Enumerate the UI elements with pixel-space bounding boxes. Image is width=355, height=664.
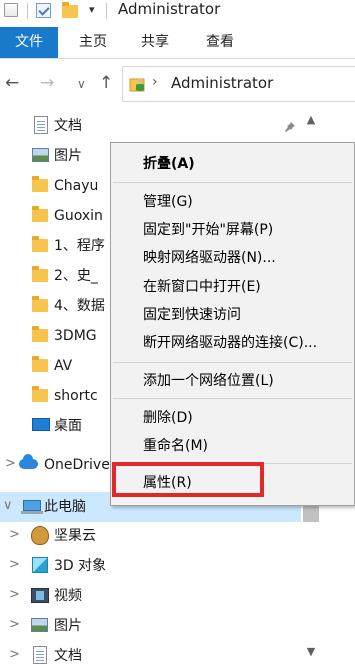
menu-item-add-network-location[interactable]: 添加一个网络位置(L)	[111, 366, 354, 396]
properties-icon[interactable]	[4, 3, 18, 17]
this-pc-icon	[21, 498, 43, 514]
folder-icon	[32, 236, 50, 253]
menu-item-label: 添加一个网络位置(L)	[143, 373, 274, 389]
expand-chevron-icon[interactable]: >	[9, 587, 20, 602]
scroll-up-button[interactable]: ▲	[303, 108, 319, 134]
forward-arrow-icon[interactable]: →	[40, 73, 54, 93]
breadcrumb-administrator[interactable]: Administrator	[171, 74, 273, 92]
nav-item-label: AV	[54, 358, 73, 374]
nav-item-label: 3DMG	[54, 328, 97, 344]
expand-chevron-icon[interactable]: >	[9, 647, 20, 662]
tab-view[interactable]: 查看	[203, 27, 237, 58]
menu-item-disconnect-network-drive[interactable]: 断开网络驱动器的连接(C)...	[111, 328, 354, 358]
nav-item-videos[interactable]: > 视频	[0, 581, 301, 611]
onedrive-icon	[19, 454, 38, 472]
menu-item-rename[interactable]: 重命名(M)	[111, 431, 354, 461]
new-folder-icon[interactable]	[62, 2, 78, 18]
up-arrow-icon[interactable]: ↑	[99, 73, 113, 93]
back-arrow-icon[interactable]: ←	[5, 73, 19, 93]
menu-item-label: 管理(G)	[143, 194, 193, 210]
nav-item-label: 视频	[54, 588, 82, 604]
nav-item-label: 3D 对象	[54, 558, 107, 574]
folder-icon	[32, 356, 50, 373]
expand-chevron-icon[interactable]: >	[9, 527, 20, 542]
nav-item-label: 桌面	[54, 418, 82, 434]
breadcrumb-chevron-icon[interactable]: ›	[152, 74, 158, 90]
title-bar: ▾ Administrator	[0, 0, 355, 22]
navigation-bar: ← → ∨ ↑ › Administrator	[0, 60, 355, 108]
3d-objects-icon	[31, 557, 49, 573]
toolbar-separator	[106, 3, 107, 19]
expand-chevron-icon[interactable]: >	[9, 557, 20, 572]
collapse-chevron-icon[interactable]: ∨	[3, 498, 13, 513]
menu-item-pin-quick-access[interactable]: 固定到快速访问	[111, 300, 354, 330]
nav-item-label: 坚果云	[54, 528, 96, 544]
expand-chevron-icon[interactable]: >	[9, 617, 20, 632]
nav-item-jianguoyun[interactable]: > 坚果云	[0, 521, 301, 551]
menu-separator	[113, 398, 352, 399]
nav-item-label: Guoxin	[54, 208, 103, 224]
nav-item-label: 此电脑	[44, 499, 86, 515]
nav-item-label: 图片	[54, 618, 82, 634]
videos-icon	[31, 587, 49, 603]
context-menu: 折叠(A) 管理(G) 固定到"开始"屏幕(P) 映射网络驱动器(N)... 在…	[110, 142, 355, 506]
recent-locations-icon[interactable]: ∨	[77, 74, 86, 94]
nav-item-label: 2、史_	[54, 268, 98, 284]
documents-icon	[32, 646, 50, 664]
nav-item-label: 图片	[54, 148, 82, 164]
checkbox-icon[interactable]	[36, 3, 51, 18]
menu-item-label: 折叠(A)	[143, 156, 195, 172]
menu-item-label: 在新窗口中打开(E)	[143, 279, 261, 295]
menu-item-map-network-drive[interactable]: 映射网络驱动器(N)...	[111, 243, 354, 273]
nav-item-label: 4、数据	[54, 298, 105, 314]
menu-item-label: 重命名(M)	[143, 438, 209, 454]
menu-item-label: 固定到"开始"屏幕(P)	[143, 222, 274, 238]
scroll-down-button[interactable]: ▼	[303, 640, 319, 664]
pictures-icon	[31, 617, 49, 633]
jianguoyun-icon	[31, 526, 49, 545]
nav-item-label: 文档	[54, 648, 82, 664]
nav-item-label: 文档	[54, 118, 82, 134]
folder-icon	[32, 176, 50, 193]
nav-item-pictures-pc[interactable]: > 图片	[0, 611, 301, 641]
nav-item-documents[interactable]: 文档	[0, 111, 301, 141]
nav-item-label: shortc	[54, 388, 98, 404]
pin-icon[interactable]	[284, 121, 296, 136]
tab-share[interactable]: 共享	[138, 27, 172, 58]
menu-item-label: 映射网络驱动器(N)...	[143, 250, 276, 266]
nav-item-3d-objects[interactable]: > 3D 对象	[0, 551, 301, 581]
menu-item-manage[interactable]: 管理(G)	[111, 187, 354, 217]
expand-chevron-icon[interactable]: >	[5, 456, 16, 471]
tab-file[interactable]: 文件	[0, 27, 58, 58]
menu-separator	[113, 362, 352, 363]
user-folder-icon	[129, 78, 145, 92]
highlight-annotation-box	[112, 462, 264, 497]
menu-item-label: 删除(D)	[143, 410, 193, 426]
nav-item-label: OneDrive	[44, 457, 110, 473]
menu-item-delete[interactable]: 删除(D)	[111, 403, 354, 433]
folder-icon	[32, 386, 50, 403]
pictures-icon	[32, 147, 50, 163]
folder-icon	[32, 206, 50, 223]
desktop-icon	[32, 417, 50, 433]
menu-item-open-new-window[interactable]: 在新窗口中打开(E)	[111, 272, 354, 302]
customize-toolbar-dropdown-icon[interactable]: ▾	[89, 3, 95, 16]
folder-icon	[32, 296, 50, 313]
nav-item-label: 1、程序	[54, 238, 105, 254]
menu-item-pin-to-start[interactable]: 固定到"开始"屏幕(P)	[111, 215, 354, 245]
folder-icon	[32, 326, 50, 343]
menu-item-label: 断开网络驱动器的连接(C)...	[143, 335, 318, 351]
address-bar[interactable]: › Administrator	[122, 66, 355, 102]
toolbar-separator	[27, 3, 28, 19]
ribbon-tabs: 文件 主页 共享 查看	[0, 27, 355, 59]
menu-item-collapse[interactable]: 折叠(A)	[111, 149, 354, 179]
nav-item-label: Chayu	[54, 178, 99, 194]
folder-icon	[32, 266, 50, 283]
nav-item-documents-pc[interactable]: > 文档	[0, 641, 301, 664]
menu-separator	[113, 182, 352, 183]
tab-home[interactable]: 主页	[76, 27, 110, 58]
window-title: Administrator	[118, 0, 221, 18]
documents-icon	[33, 116, 51, 134]
menu-item-label: 固定到快速访问	[143, 307, 241, 323]
